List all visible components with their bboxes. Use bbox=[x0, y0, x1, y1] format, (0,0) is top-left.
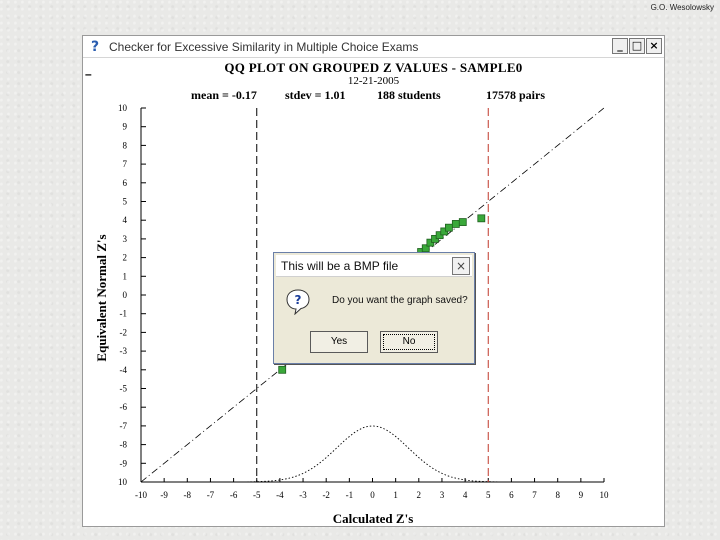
y-tick-label: 3 bbox=[123, 234, 128, 244]
y-axis-label: Equivalent Normal Z's bbox=[94, 234, 109, 361]
x-tick-label: -3 bbox=[299, 490, 307, 500]
x-tick-label: -9 bbox=[160, 490, 168, 500]
no-button[interactable]: No bbox=[380, 331, 438, 353]
x-tick-label: 10 bbox=[600, 490, 610, 500]
dialog-title: This will be a BMP file bbox=[281, 259, 399, 273]
x-tick-label: 7 bbox=[532, 490, 537, 500]
x-tick-label: 2 bbox=[417, 490, 422, 500]
x-tick-label: -5 bbox=[253, 490, 261, 500]
data-point bbox=[278, 365, 287, 374]
data-point bbox=[477, 214, 486, 223]
y-tick-label: -9 bbox=[120, 458, 128, 468]
x-tick-label: 3 bbox=[440, 490, 445, 500]
y-tick-label: 9 bbox=[123, 122, 128, 132]
y-tick-label: 0 bbox=[123, 290, 128, 300]
x-tick-label: -10 bbox=[135, 490, 147, 500]
x-tick-label: -2 bbox=[322, 490, 330, 500]
y-tick-label: -6 bbox=[120, 402, 128, 412]
y-tick-label: 6 bbox=[123, 178, 128, 188]
author-credit: G.O. Wesolowsky bbox=[650, 3, 714, 12]
y-tick-label: -1 bbox=[120, 309, 128, 319]
x-tick-label: 1 bbox=[393, 490, 398, 500]
y-tick-label: 10 bbox=[118, 477, 128, 487]
yes-button[interactable]: Yes bbox=[310, 331, 368, 353]
y-tick-label: -3 bbox=[120, 346, 128, 356]
density-curve bbox=[187, 425, 558, 483]
x-tick-label: -1 bbox=[346, 490, 354, 500]
x-tick-label: 0 bbox=[370, 490, 375, 500]
y-tick-label: 10 bbox=[118, 103, 128, 113]
x-tick-label: -7 bbox=[207, 490, 215, 500]
y-tick-label: 4 bbox=[123, 215, 128, 225]
y-tick-label: -4 bbox=[120, 365, 128, 375]
save-dialog: This will be a BMP file × ? Do you want … bbox=[273, 252, 475, 364]
y-tick-label: 8 bbox=[123, 140, 128, 150]
dialog-message: Do you want the graph saved? bbox=[332, 295, 468, 306]
y-tick-label: 5 bbox=[123, 197, 128, 207]
y-tick-label: 7 bbox=[123, 159, 128, 169]
x-tick-label: 6 bbox=[509, 490, 514, 500]
y-tick-label: -5 bbox=[120, 384, 128, 394]
dialog-titlebar[interactable]: This will be a BMP file × bbox=[276, 255, 472, 277]
y-tick-label: -8 bbox=[120, 440, 128, 450]
x-tick-label: 9 bbox=[579, 490, 584, 500]
y-tick-label: -7 bbox=[120, 421, 128, 431]
x-tick-label: 4 bbox=[463, 490, 468, 500]
x-tick-label: 8 bbox=[555, 490, 560, 500]
data-point bbox=[451, 220, 460, 228]
y-tick-label: -2 bbox=[120, 327, 128, 337]
x-tick-label: -6 bbox=[230, 490, 238, 500]
y-tick-label: 2 bbox=[123, 253, 128, 263]
x-tick-label: -4 bbox=[276, 490, 284, 500]
x-tick-label: -8 bbox=[184, 490, 192, 500]
data-point bbox=[458, 218, 467, 226]
x-axis-label: Calculated Z's bbox=[333, 511, 414, 526]
dialog-close-button[interactable]: × bbox=[452, 257, 470, 275]
svg-text:?: ? bbox=[295, 293, 302, 307]
y-tick-label: 1 bbox=[123, 271, 128, 281]
x-tick-label: 5 bbox=[486, 490, 491, 500]
data-point bbox=[444, 223, 453, 232]
question-bubble-icon: ? bbox=[286, 289, 310, 315]
